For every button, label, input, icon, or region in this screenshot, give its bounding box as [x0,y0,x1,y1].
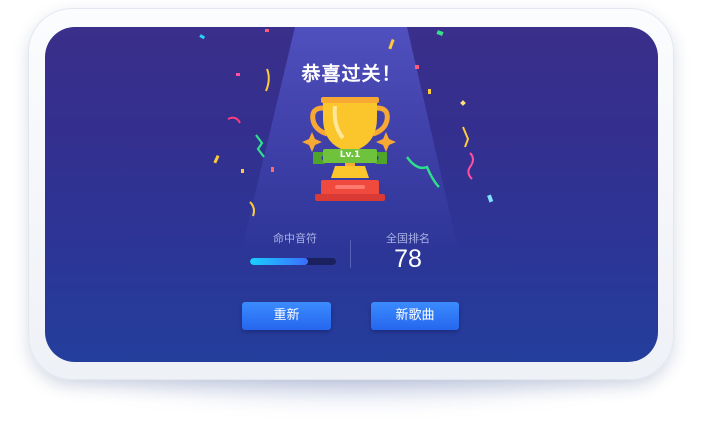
national-rank-value: 78 [394,245,422,273]
new-song-button[interactable]: 新歌曲 [371,302,459,330]
retry-button[interactable]: 重新 [242,302,331,330]
page-title: 恭喜过关！ [301,63,402,85]
hit-notes-label: 命中音符 [273,232,317,245]
trophy-level-label: Lv.1 [339,150,361,160]
hit-notes-progress-bar [250,258,336,265]
stats-divider [350,240,351,268]
game-screen: 恭喜过关！ Lv.1 命中音符 全国排名 78 重新 新歌曲 [45,27,658,362]
national-rank-label: 全国排名 [386,232,430,245]
hit-notes-progress-fill [250,258,308,265]
